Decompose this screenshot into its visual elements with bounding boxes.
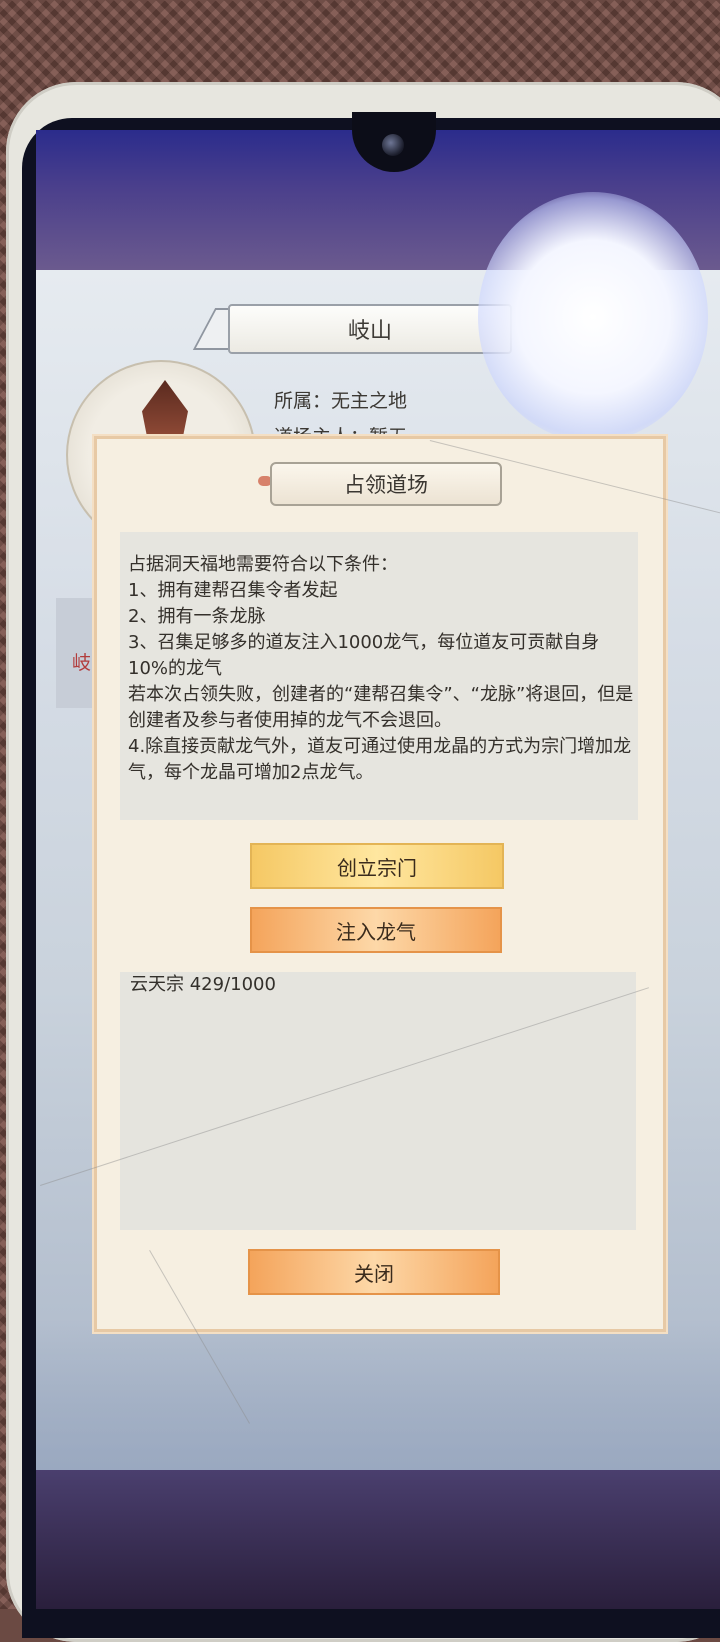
light-glare	[478, 192, 708, 442]
sect-list-item[interactable]: 云天宗 429/1000	[130, 970, 276, 996]
owner-info: 所属：无主之地	[274, 390, 408, 412]
mountain-mist	[36, 1320, 720, 1470]
close-button[interactable]: 关闭	[248, 1249, 500, 1295]
dialog-title: 占领道场	[270, 462, 502, 506]
rules-text: 占据洞天福地需要符合以下条件： 1、拥有建帮召集令者发起 2、拥有一条龙脉 3、…	[128, 554, 634, 783]
location-title: 岐山	[228, 304, 512, 354]
sect-list[interactable]	[120, 972, 636, 1230]
scene-bottom	[36, 1470, 720, 1609]
camera-icon	[382, 134, 404, 156]
create-sect-button[interactable]: 创立宗门	[250, 843, 504, 889]
inject-qi-button[interactable]: 注入龙气	[250, 907, 502, 953]
side-label: 岐	[72, 652, 92, 674]
